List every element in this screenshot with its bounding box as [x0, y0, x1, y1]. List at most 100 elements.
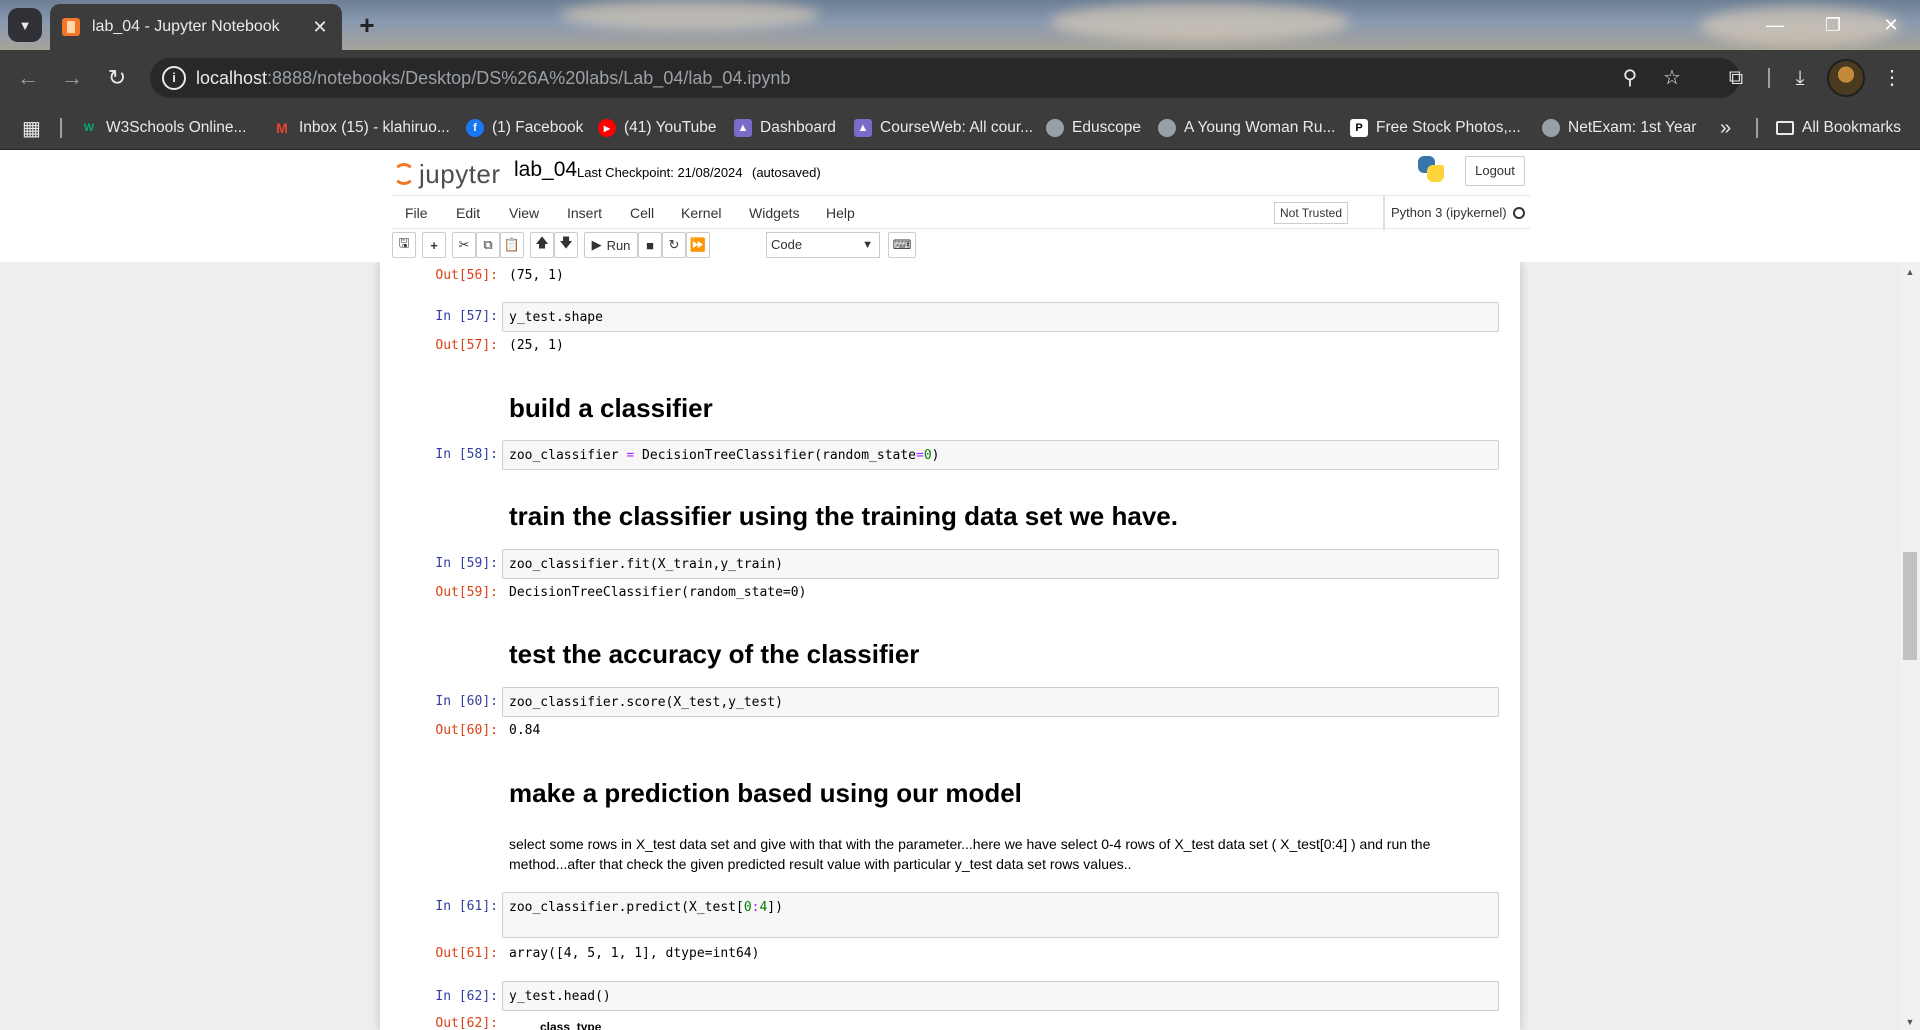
url-text[interactable]: localhost:8888/notebooks/Desktop/DS%26A%…	[196, 68, 790, 89]
menu-insert[interactable]: Insert	[567, 196, 602, 230]
zoom-icon[interactable]: ⚲	[1618, 66, 1642, 90]
dataframe-header: class_type	[540, 1020, 602, 1030]
save-button[interactable]: 🖫	[392, 232, 416, 258]
notebook-scroll-area[interactable]: Out[56]: (75, 1) In [57]: y_test.shape O…	[0, 262, 1920, 1030]
toolbar-divider	[1768, 68, 1770, 88]
kernel-name[interactable]: Python 3 (ipykernel)	[1383, 196, 1507, 230]
close-icon[interactable]: ✕	[310, 17, 330, 38]
back-button[interactable]: ←	[14, 64, 42, 92]
chevron-down-icon: ▼	[18, 17, 32, 33]
arrow-right-icon: →	[61, 65, 83, 90]
chevron-down-icon: ▼	[862, 239, 873, 251]
notebook-name[interactable]: lab_04	[514, 158, 577, 182]
paste-button[interactable]: 📋	[500, 232, 524, 258]
code-cell[interactable]: y_test.shape	[502, 302, 1499, 332]
more-options-icon[interactable]: ⋮	[1878, 64, 1906, 92]
bookmark-pexels[interactable]: P Free Stock Photos,...	[1350, 106, 1521, 150]
extensions-icon[interactable]: ⧉	[1722, 64, 1750, 92]
cell-output: array([4, 5, 1, 1], dtype=int64)	[509, 946, 760, 961]
all-bookmarks-label: All Bookmarks	[1802, 119, 1902, 136]
code-token: zoo_classifier.predict(X_test[	[509, 900, 744, 915]
download-icon[interactable]: ⤓	[1786, 64, 1814, 92]
cell-code: zoo_classifier.predict(X_test[0:4])	[509, 900, 783, 915]
folder-icon	[1776, 121, 1794, 135]
cell-code: y_test.head()	[509, 989, 611, 1004]
menu-widgets[interactable]: Widgets	[749, 196, 800, 230]
wallpaper-cloud	[560, 0, 820, 30]
menu-kernel[interactable]: Kernel	[681, 196, 721, 230]
menu-edit[interactable]: Edit	[456, 196, 480, 230]
browser-tab-active[interactable]: lab_04 - Jupyter Notebook ✕	[50, 4, 342, 50]
address-bar[interactable]: i localhost:8888/notebooks/Desktop/DS%26…	[150, 58, 1740, 98]
code-cell[interactable]: y_test.head()	[502, 981, 1499, 1011]
code-cell[interactable]: zoo_classifier.predict(X_test[0:4])	[502, 892, 1499, 938]
code-cell[interactable]: zoo_classifier.fit(X_train,y_train)	[502, 549, 1499, 579]
cell-output: 0.84	[509, 723, 541, 738]
restart-run-all-button[interactable]: ⏩	[686, 232, 710, 258]
menu-help[interactable]: Help	[826, 196, 855, 230]
menu-view[interactable]: View	[509, 196, 539, 230]
bookmark-dashboard[interactable]: ▲ Dashboard	[734, 106, 836, 150]
forward-button[interactable]: →	[58, 64, 86, 92]
copy-button[interactable]: ⧉	[476, 232, 500, 258]
minimize-button[interactable]: —	[1752, 10, 1798, 40]
jupyter-notebook-icon	[62, 18, 80, 36]
jupyter-logo[interactable]: jupyter	[393, 156, 501, 192]
cell-output: DecisionTreeClassifier(random_state=0)	[509, 585, 807, 600]
code-cell[interactable]: zoo_classifier = DecisionTreeClassifier(…	[502, 440, 1499, 470]
bookmark-gmail[interactable]: M Inbox (15) - klahiruo...	[273, 106, 450, 150]
scroll-up-icon[interactable]: ▲	[1900, 264, 1920, 280]
run-button[interactable]: ▶ Run	[584, 232, 638, 258]
input-prompt: In [60]:	[435, 694, 498, 709]
markdown-heading: build a classifier	[509, 393, 713, 423]
cell-output: (75, 1)	[509, 268, 564, 283]
globe-icon	[1046, 119, 1064, 137]
bookmarks-overflow-button[interactable]: »	[1720, 106, 1731, 150]
bookmark-facebook[interactable]: f (1) Facebook	[466, 106, 583, 150]
markdown-paragraph: select some rows in X_test data set and …	[509, 836, 1431, 872]
profile-avatar[interactable]	[1827, 59, 1865, 97]
scrollbar-thumb[interactable]	[1903, 552, 1917, 660]
reload-button[interactable]: ↻	[103, 64, 131, 92]
python-logo-icon	[1416, 154, 1446, 184]
all-bookmarks[interactable]: All Bookmarks	[1776, 106, 1901, 150]
code-cell[interactable]: zoo_classifier.score(X_test,y_test)	[502, 687, 1499, 717]
cut-button[interactable]: ✂	[452, 232, 476, 258]
output-prompt: Out[60]:	[435, 723, 498, 738]
input-prompt: In [62]:	[435, 989, 498, 1004]
restore-button[interactable]: ❐	[1810, 10, 1856, 40]
cell-type-value: Code	[771, 237, 803, 252]
bookmark-courseweb[interactable]: ▲ CourseWeb: All cour...	[854, 106, 1033, 150]
jupyter-header: jupyter lab_04 Last Checkpoint: 21/08/20…	[0, 150, 1920, 262]
move-up-button[interactable]: 🡅	[530, 232, 554, 258]
bookmark-young-woman[interactable]: A Young Woman Ru...	[1158, 106, 1335, 150]
close-window-button[interactable]: ✕	[1868, 10, 1914, 40]
move-down-button[interactable]: 🡇	[554, 232, 578, 258]
tab-search-button[interactable]: ▼	[8, 8, 42, 42]
bookmark-youtube[interactable]: ▶ (41) YouTube	[598, 106, 717, 150]
bookmark-netexam[interactable]: NetExam: 1st Year	[1542, 106, 1696, 150]
bookmark-eduscope[interactable]: Eduscope	[1046, 106, 1141, 150]
apps-button[interactable]: ▦	[22, 106, 41, 150]
site-info-icon[interactable]: i	[162, 66, 186, 90]
cell-code: zoo_classifier.score(X_test,y_test)	[509, 695, 783, 710]
menu-file[interactable]: File	[405, 196, 428, 230]
logout-button[interactable]: Logout	[1465, 156, 1525, 186]
bookmark-w3schools[interactable]: W W3Schools Online...	[80, 106, 247, 150]
menu-cell[interactable]: Cell	[630, 196, 654, 230]
new-tab-button[interactable]: +	[352, 10, 382, 40]
bookmark-star-icon[interactable]: ☆	[1660, 66, 1684, 90]
scroll-down-icon[interactable]: ▼	[1900, 1014, 1920, 1030]
trust-indicator[interactable]: Not Trusted	[1274, 202, 1349, 224]
insert-cell-button[interactable]: +	[422, 232, 446, 258]
restart-button[interactable]: ↻	[662, 232, 686, 258]
globe-icon	[1542, 119, 1560, 137]
command-palette-button[interactable]: ⌨	[888, 232, 916, 258]
gmail-icon: M	[276, 120, 288, 136]
cell-type-select[interactable]: Code ▼	[766, 232, 880, 258]
reload-icon: ↻	[668, 237, 680, 252]
interrupt-button[interactable]: ■	[638, 232, 662, 258]
copy-icon: ⧉	[483, 237, 493, 252]
code-number: 0	[743, 900, 752, 915]
page-scrollbar[interactable]: ▲ ▼	[1900, 262, 1920, 1030]
